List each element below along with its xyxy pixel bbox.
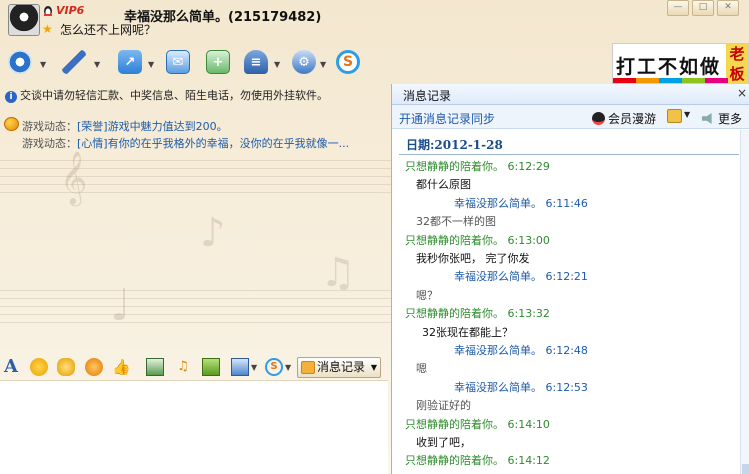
vip-label: VIP6 <box>56 4 85 17</box>
message-header: 幸福没那么简单。 6:11:46 <box>454 196 588 210</box>
shake-icon[interactable] <box>85 358 103 376</box>
sogou-input-icon[interactable]: S <box>265 358 283 376</box>
sync-link[interactable]: 开通消息记录同步 <box>399 110 495 127</box>
game-status-row: 游戏动态：[心情]有你的在乎我格外的幸福，没你的在乎我就像一... <box>22 135 349 151</box>
chevron-down-icon[interactable]: ▼ <box>274 60 280 69</box>
ad-text: 打工不如做 <box>616 56 722 78</box>
voice-button[interactable] <box>60 47 88 77</box>
sogou-icon: S <box>336 50 360 74</box>
ad-banner[interactable]: 打工不如做 老板 <box>612 43 749 85</box>
message-input[interactable] <box>0 380 388 474</box>
apps-button[interactable]: ≡ <box>242 47 270 77</box>
avatar[interactable] <box>8 4 40 36</box>
star-icon: ★ <box>42 22 53 36</box>
image-icon[interactable] <box>231 358 249 376</box>
title-bar: VIP6 幸福没那么简单。(215179482) ★ 怎么还不上网呢？ — □ … <box>0 0 749 44</box>
history-panel: 消息记录 × 开通消息记录同步 会员漫游 ▼ 更多 日期:2012-1-28 只… <box>391 84 749 474</box>
ad-side-text: 老板 <box>726 44 748 85</box>
message-header: 幸福没那么简单。 6:12:48 <box>454 344 588 357</box>
gift-icon[interactable] <box>202 358 220 376</box>
status-signature: 怎么还不上网呢？ <box>60 23 157 37</box>
game-status-row: 游戏动态：[荣誉]游戏中魅力值达到200。 <box>22 118 228 134</box>
game-status-link[interactable]: [心情]有你的在乎我格外的幸福，没你的在乎我就像一... <box>77 137 349 150</box>
message-text: 嗯？ <box>416 288 438 302</box>
message-text: 刚验证好的 <box>416 399 471 413</box>
thumb-icon[interactable]: 👍 <box>112 358 131 376</box>
folder-icon: ↗ <box>118 50 142 74</box>
game-status-label: 游戏动态： <box>22 137 77 150</box>
vip-penguin-icon <box>44 6 52 16</box>
close-icon[interactable]: × <box>737 86 747 100</box>
send-file-button[interactable]: ↗ <box>116 47 144 77</box>
message-header: 只想静静的陪着你。 6:13:32 <box>405 307 550 321</box>
video-icon <box>8 50 32 74</box>
message-record-button[interactable]: 消息记录 ▼ <box>297 357 381 378</box>
screenshot-icon[interactable] <box>146 358 164 376</box>
create-group-button[interactable]: + <box>204 47 232 77</box>
magic-emoji-icon[interactable] <box>57 358 75 376</box>
message-text: 收到了吧， <box>416 436 471 449</box>
message-text: 32张现在都能上？ <box>422 325 513 339</box>
microphone-icon <box>62 50 86 74</box>
divider <box>399 154 739 155</box>
message-header: 只想静静的陪着你。 6:12:29 <box>405 160 550 173</box>
scroll-thumb[interactable] <box>742 464 749 474</box>
message-text: 32都不一样的图 <box>416 215 496 229</box>
chevron-down-icon[interactable]: ▼ <box>320 60 326 69</box>
message-header: 只想静静的陪着你。 6:14:10 <box>405 417 550 431</box>
settings-button[interactable]: ⚙ <box>290 47 318 77</box>
sogou-button[interactable]: S <box>334 47 362 77</box>
create-group-icon: + <box>206 50 230 74</box>
message-header: 只想静静的陪着你。 6:13:00 <box>405 233 550 247</box>
member-roaming-button[interactable]: 会员漫游 <box>592 110 656 127</box>
chevron-down-icon[interactable]: ▼ <box>371 358 377 377</box>
chevron-down-icon[interactable]: ▼ <box>684 110 690 119</box>
emoji-icon[interactable] <box>30 358 48 376</box>
message-header: 幸福没那么简单。 6:12:21 <box>454 270 588 284</box>
font-icon[interactable]: A <box>2 358 20 376</box>
close-button[interactable]: ✕ <box>717 0 739 16</box>
history-toolbar: 开通消息记录同步 会员漫游 ▼ 更多 <box>392 105 749 129</box>
message-header: 幸福没那么简单。 6:12:53 <box>454 380 588 394</box>
apps-icon: ≡ <box>244 50 268 74</box>
history-panel-title: 消息记录 <box>403 89 452 103</box>
emoji-icon[interactable] <box>667 109 682 123</box>
history-icon <box>301 361 315 374</box>
message-icon: ✉ <box>166 50 190 74</box>
game-status-label: 游戏动态： <box>22 120 77 133</box>
game-status-link[interactable]: [荣誉]游戏中魅力值达到200。 <box>77 120 228 133</box>
penguin-icon <box>592 112 605 125</box>
more-button[interactable]: 更多 <box>702 110 742 127</box>
maximize-button[interactable]: □ <box>692 0 714 16</box>
music-icon[interactable]: ♫ <box>174 358 192 376</box>
security-notice: i 交谈中请勿轻信汇款、中奖信息、陌生电话，勿使用外挂软件。 <box>5 87 328 103</box>
message-text: 我秒你张吧， 完了你发 <box>416 252 530 265</box>
message-text: 嗯 <box>416 362 427 376</box>
chevron-down-icon[interactable]: ▼ <box>94 60 100 69</box>
chevron-down-icon[interactable]: ▼ <box>148 60 154 69</box>
speaker-icon <box>702 113 712 124</box>
sms-button[interactable]: ✉ <box>164 47 192 77</box>
info-icon: i <box>5 91 17 103</box>
message-header: 只想静静的陪着你。 6:14:12 <box>405 454 550 468</box>
video-button[interactable] <box>6 47 34 77</box>
chevron-down-icon[interactable]: ▼ <box>251 363 257 372</box>
history-panel-header: 消息记录 × <box>392 84 749 105</box>
date-label: 日期:2012-1-28 <box>406 138 503 152</box>
chevron-down-icon[interactable]: ▼ <box>285 363 291 372</box>
game-icon <box>4 117 19 131</box>
chevron-down-icon[interactable]: ▼ <box>40 60 46 69</box>
scrollbar[interactable] <box>740 130 749 474</box>
chat-window: 𝄞 ♪ ♫ ♩ VIP6 幸福没那么简单。(215179482) ★ 怎么还不上… <box>0 0 749 474</box>
message-text: 都什么原图 <box>416 178 471 192</box>
ad-stripe <box>613 78 728 83</box>
gear-icon: ⚙ <box>292 50 316 74</box>
minimize-button[interactable]: — <box>667 0 689 16</box>
